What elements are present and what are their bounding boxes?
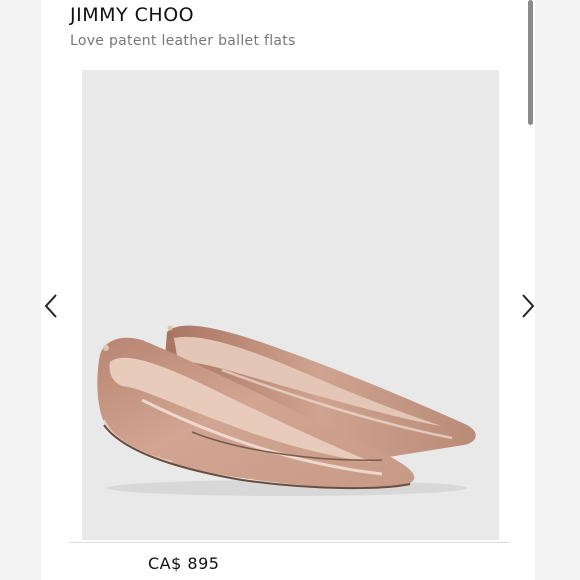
product-image[interactable] bbox=[82, 70, 499, 540]
chevron-right-icon bbox=[522, 294, 535, 318]
product-name: Love patent leather ballet flats bbox=[70, 33, 296, 49]
scrollbar[interactable] bbox=[528, 0, 533, 125]
product-price: CA$ 895 bbox=[148, 554, 220, 573]
shoe-photo bbox=[97, 325, 476, 496]
brand-name[interactable]: JIMMY CHOO bbox=[70, 4, 194, 26]
divider bbox=[70, 542, 510, 543]
chevron-left-icon bbox=[44, 294, 57, 318]
next-image-button[interactable] bbox=[513, 286, 543, 326]
previous-image-button[interactable] bbox=[36, 286, 66, 326]
